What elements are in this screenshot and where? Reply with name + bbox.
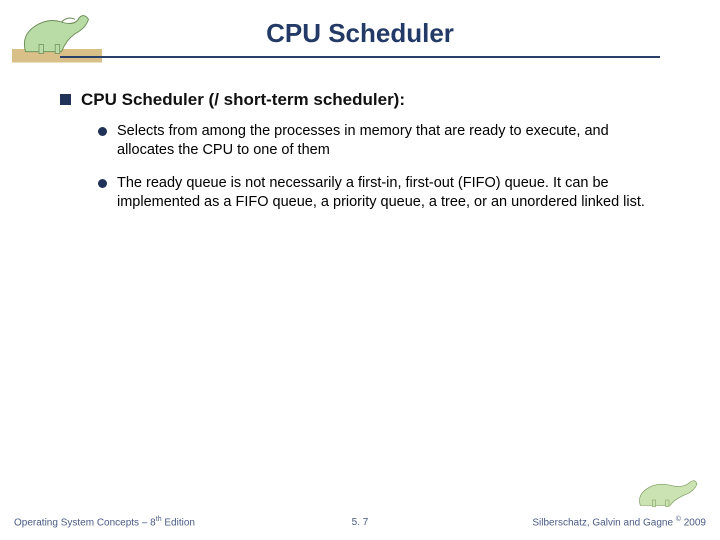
footer-right-suffix: 2009	[681, 517, 706, 528]
footer-right-prefix: Silberschatz, Galvin and Gagne	[532, 517, 675, 528]
bullet-level2-item: The ready queue is not necessarily a fir…	[98, 174, 660, 212]
bullet-level2-text: Selects from among the processes in memo…	[117, 122, 660, 160]
bullet-level2-list: Selects from among the processes in memo…	[98, 122, 660, 211]
dot-bullet-icon	[98, 179, 107, 188]
bullet-level2-text: The ready queue is not necessarily a fir…	[117, 174, 660, 212]
bullet-level1: CPU Scheduler (/ short-term scheduler):	[60, 90, 660, 110]
content-area: CPU Scheduler (/ short-term scheduler): …	[60, 90, 660, 225]
slide: CPU Scheduler CPU Scheduler (/ short-ter…	[0, 0, 720, 540]
slide-title: CPU Scheduler	[0, 18, 720, 49]
dot-bullet-icon	[98, 127, 107, 136]
square-bullet-icon	[60, 94, 71, 105]
dinosaur-logo-small-icon	[632, 472, 702, 512]
footer-right: Silberschatz, Galvin and Gagne © 2009	[532, 516, 706, 528]
bullet-level2-item: Selects from among the processes in memo…	[98, 122, 660, 160]
bullet-level1-text: CPU Scheduler (/ short-term scheduler):	[81, 90, 405, 110]
title-divider	[60, 56, 660, 58]
